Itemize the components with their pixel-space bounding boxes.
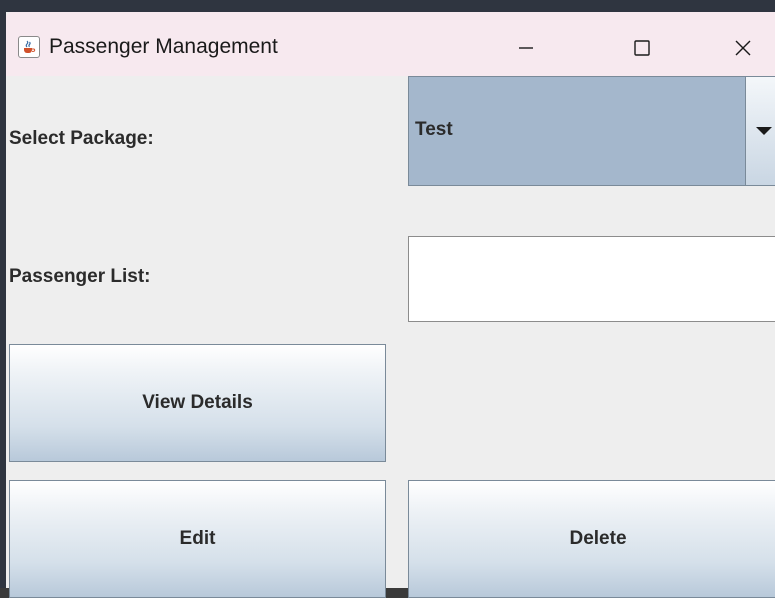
- window-title: Passenger Management: [49, 35, 278, 58]
- java-cup-icon: [18, 36, 40, 58]
- minimize-icon: [519, 47, 533, 49]
- close-icon: [735, 40, 751, 56]
- minimize-button[interactable]: [496, 26, 556, 70]
- passenger-list[interactable]: [408, 236, 775, 322]
- package-selected-value: Test: [415, 119, 453, 140]
- maximize-button[interactable]: [612, 26, 672, 70]
- passenger-list-label: Passenger List:: [9, 266, 151, 287]
- chevron-down-icon: [756, 127, 772, 135]
- title-bar[interactable]: Passenger Management: [6, 12, 775, 76]
- package-combobox[interactable]: Test: [408, 76, 775, 186]
- edit-button[interactable]: Edit: [9, 480, 386, 598]
- delete-button[interactable]: Delete: [408, 480, 775, 598]
- close-button[interactable]: [713, 26, 773, 70]
- desktop-background: [0, 0, 775, 12]
- content-panel: Select Package: Test Passenger List: Vie…: [6, 76, 775, 598]
- select-package-label: Select Package:: [9, 128, 154, 149]
- combobox-dropdown-button[interactable]: [745, 77, 775, 185]
- maximize-icon: [634, 40, 650, 56]
- view-details-button[interactable]: View Details: [9, 344, 386, 462]
